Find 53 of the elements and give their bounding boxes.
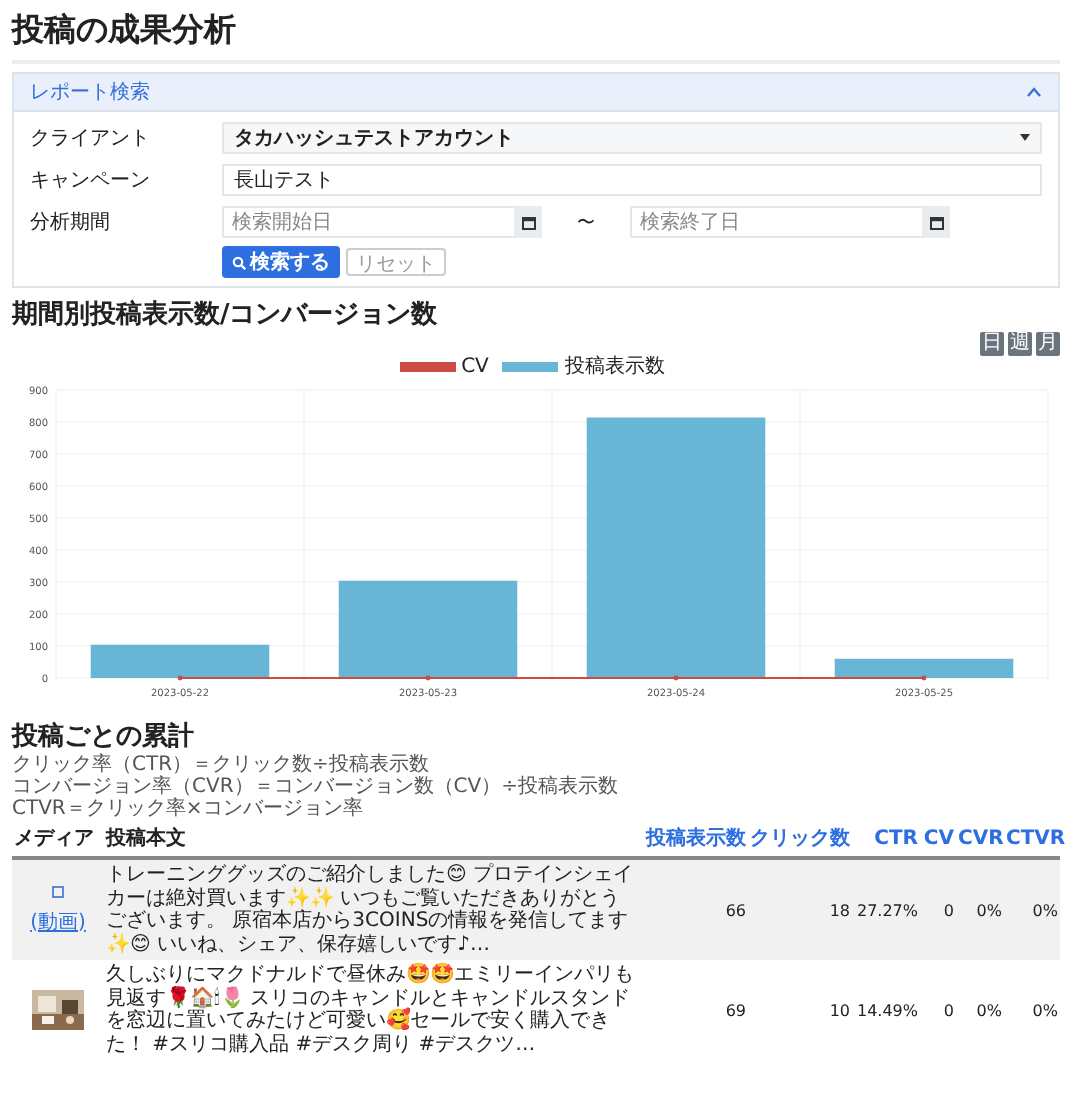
column-header: メディア: [14, 828, 94, 850]
period-button[interactable]: 月: [1036, 332, 1060, 356]
search-icon: [232, 255, 246, 269]
sort-link[interactable]: クリック数: [750, 828, 850, 850]
sort-link[interactable]: 投稿表示数: [646, 828, 746, 850]
calendar-button[interactable]: [514, 206, 542, 238]
start-date-field[interactable]: 検索開始日: [222, 206, 514, 238]
chevron-icon: [1026, 86, 1042, 98]
table-cell: 69: [725, 1001, 746, 1019]
table-cell: 10: [829, 1001, 850, 1019]
table-cell: 0: [943, 901, 954, 919]
calendar-icon: [521, 215, 535, 229]
sort-link[interactable]: CTR: [874, 828, 918, 850]
page-title: 投稿の成果分析: [12, 8, 1060, 64]
post-text: トレーニンググッズのご紹介しました😊 プロテインシェイカーは絶対買います✨✨ いつもご覧いただきありがとうございます。 原宿本店から3COINSの情報を発信してます✨😊 いいね、シェア、保存嬉しいです♪…: [106, 864, 634, 955]
post-text: 久しぶりにマクドナルドで昼休み🤩🤩エミリーインパリも見返す🌹🏠🕯🌷 スリコのキャンドルとキャンドルスタンドを窓辺に置いてみたけど可愛い🥰セールで安く購入できた！ #スリコ購入品 #デスク周り #デスクツ…: [106, 964, 634, 1055]
table-cell: 0%: [976, 901, 1002, 919]
dropdown-icon: [1020, 134, 1030, 142]
sort-link[interactable]: CV: [923, 828, 954, 850]
table-cell: 14.49%: [856, 1001, 918, 1019]
legend-label: CV: [461, 356, 489, 378]
column-header: 投稿本文: [106, 828, 186, 850]
section-title: 投稿ごとの累計: [12, 722, 196, 753]
table-cell: 27.27%: [856, 901, 918, 919]
search-button[interactable]: 検索する: [222, 246, 340, 278]
formula-note: CTVR＝クリック率×コンバージョン率: [12, 798, 365, 820]
table-cell: 66: [725, 901, 746, 919]
table-cell: 0%: [1032, 1001, 1058, 1019]
calendar-button[interactable]: [922, 206, 950, 238]
client-select[interactable]: タカハッシュテストアカウント: [222, 122, 1042, 154]
reset-button[interactable]: リセット: [346, 248, 446, 276]
table-cell: 18: [829, 901, 850, 919]
media-link[interactable]: (動画): [30, 911, 86, 933]
legend-label: 投稿表示数: [564, 356, 665, 378]
period-button[interactable]: 週: [1008, 332, 1032, 356]
formula-note: コンバージョン率（CVR）＝コンバージョン数（CV）÷投稿表示数: [12, 776, 620, 798]
period-button[interactable]: 日: [980, 332, 1004, 356]
sort-link[interactable]: CTVR: [1006, 828, 1066, 850]
video-icon: [52, 885, 64, 897]
range-separator: 〜: [575, 211, 597, 235]
sort-link[interactable]: CVR: [958, 828, 1004, 850]
chart-title: 期間別投稿表示数/コンバージョン数: [12, 300, 440, 332]
formula-note: クリック率（CTR）＝クリック数÷投稿表示数: [12, 754, 431, 776]
calendar-icon: [929, 215, 943, 229]
panel-header[interactable]: レポート検索: [14, 74, 1058, 112]
campaign-field[interactable]: 長山テスト: [222, 164, 1042, 196]
field-label: クライアント: [30, 126, 152, 152]
table-cell: 0%: [976, 1001, 1002, 1019]
table-cell: 0%: [1032, 901, 1058, 919]
field-label: キャンペーン: [30, 168, 152, 194]
field-label: 分析期間: [30, 209, 112, 236]
end-date-field[interactable]: 検索終了日: [630, 206, 922, 238]
table-cell: 0: [943, 1001, 954, 1019]
